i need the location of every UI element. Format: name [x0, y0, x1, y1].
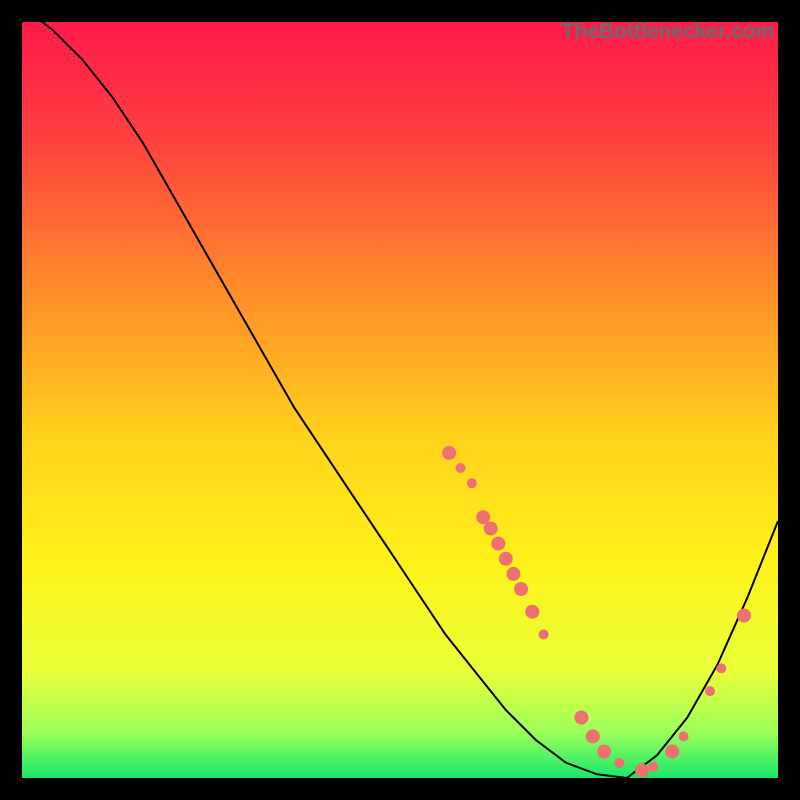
curve-dot [648, 762, 658, 772]
curve-dot [614, 758, 624, 768]
curve-dot [456, 463, 466, 473]
curve-dot [514, 582, 528, 596]
curve-dot [737, 609, 751, 623]
curve-dot [539, 629, 549, 639]
curve-dot [586, 729, 600, 743]
curve-dot [597, 745, 611, 759]
curve-dot [705, 686, 715, 696]
curve-dot [716, 663, 726, 673]
plot-background [22, 22, 778, 778]
curve-dot [442, 446, 456, 460]
curve-dot [635, 763, 649, 777]
curve-dot [665, 745, 679, 759]
curve-dot [679, 731, 689, 741]
bottleneck-plot [22, 22, 778, 778]
curve-dot [506, 567, 520, 581]
curve-dot [491, 537, 505, 551]
chart-container: TheBottlenecker.com [22, 22, 778, 778]
curve-dot [467, 478, 477, 488]
curve-dot [574, 711, 588, 725]
curve-dot [525, 605, 539, 619]
attribution-text: TheBottlenecker.com [562, 20, 774, 44]
curve-dot [499, 552, 513, 566]
curve-dot [484, 522, 498, 536]
